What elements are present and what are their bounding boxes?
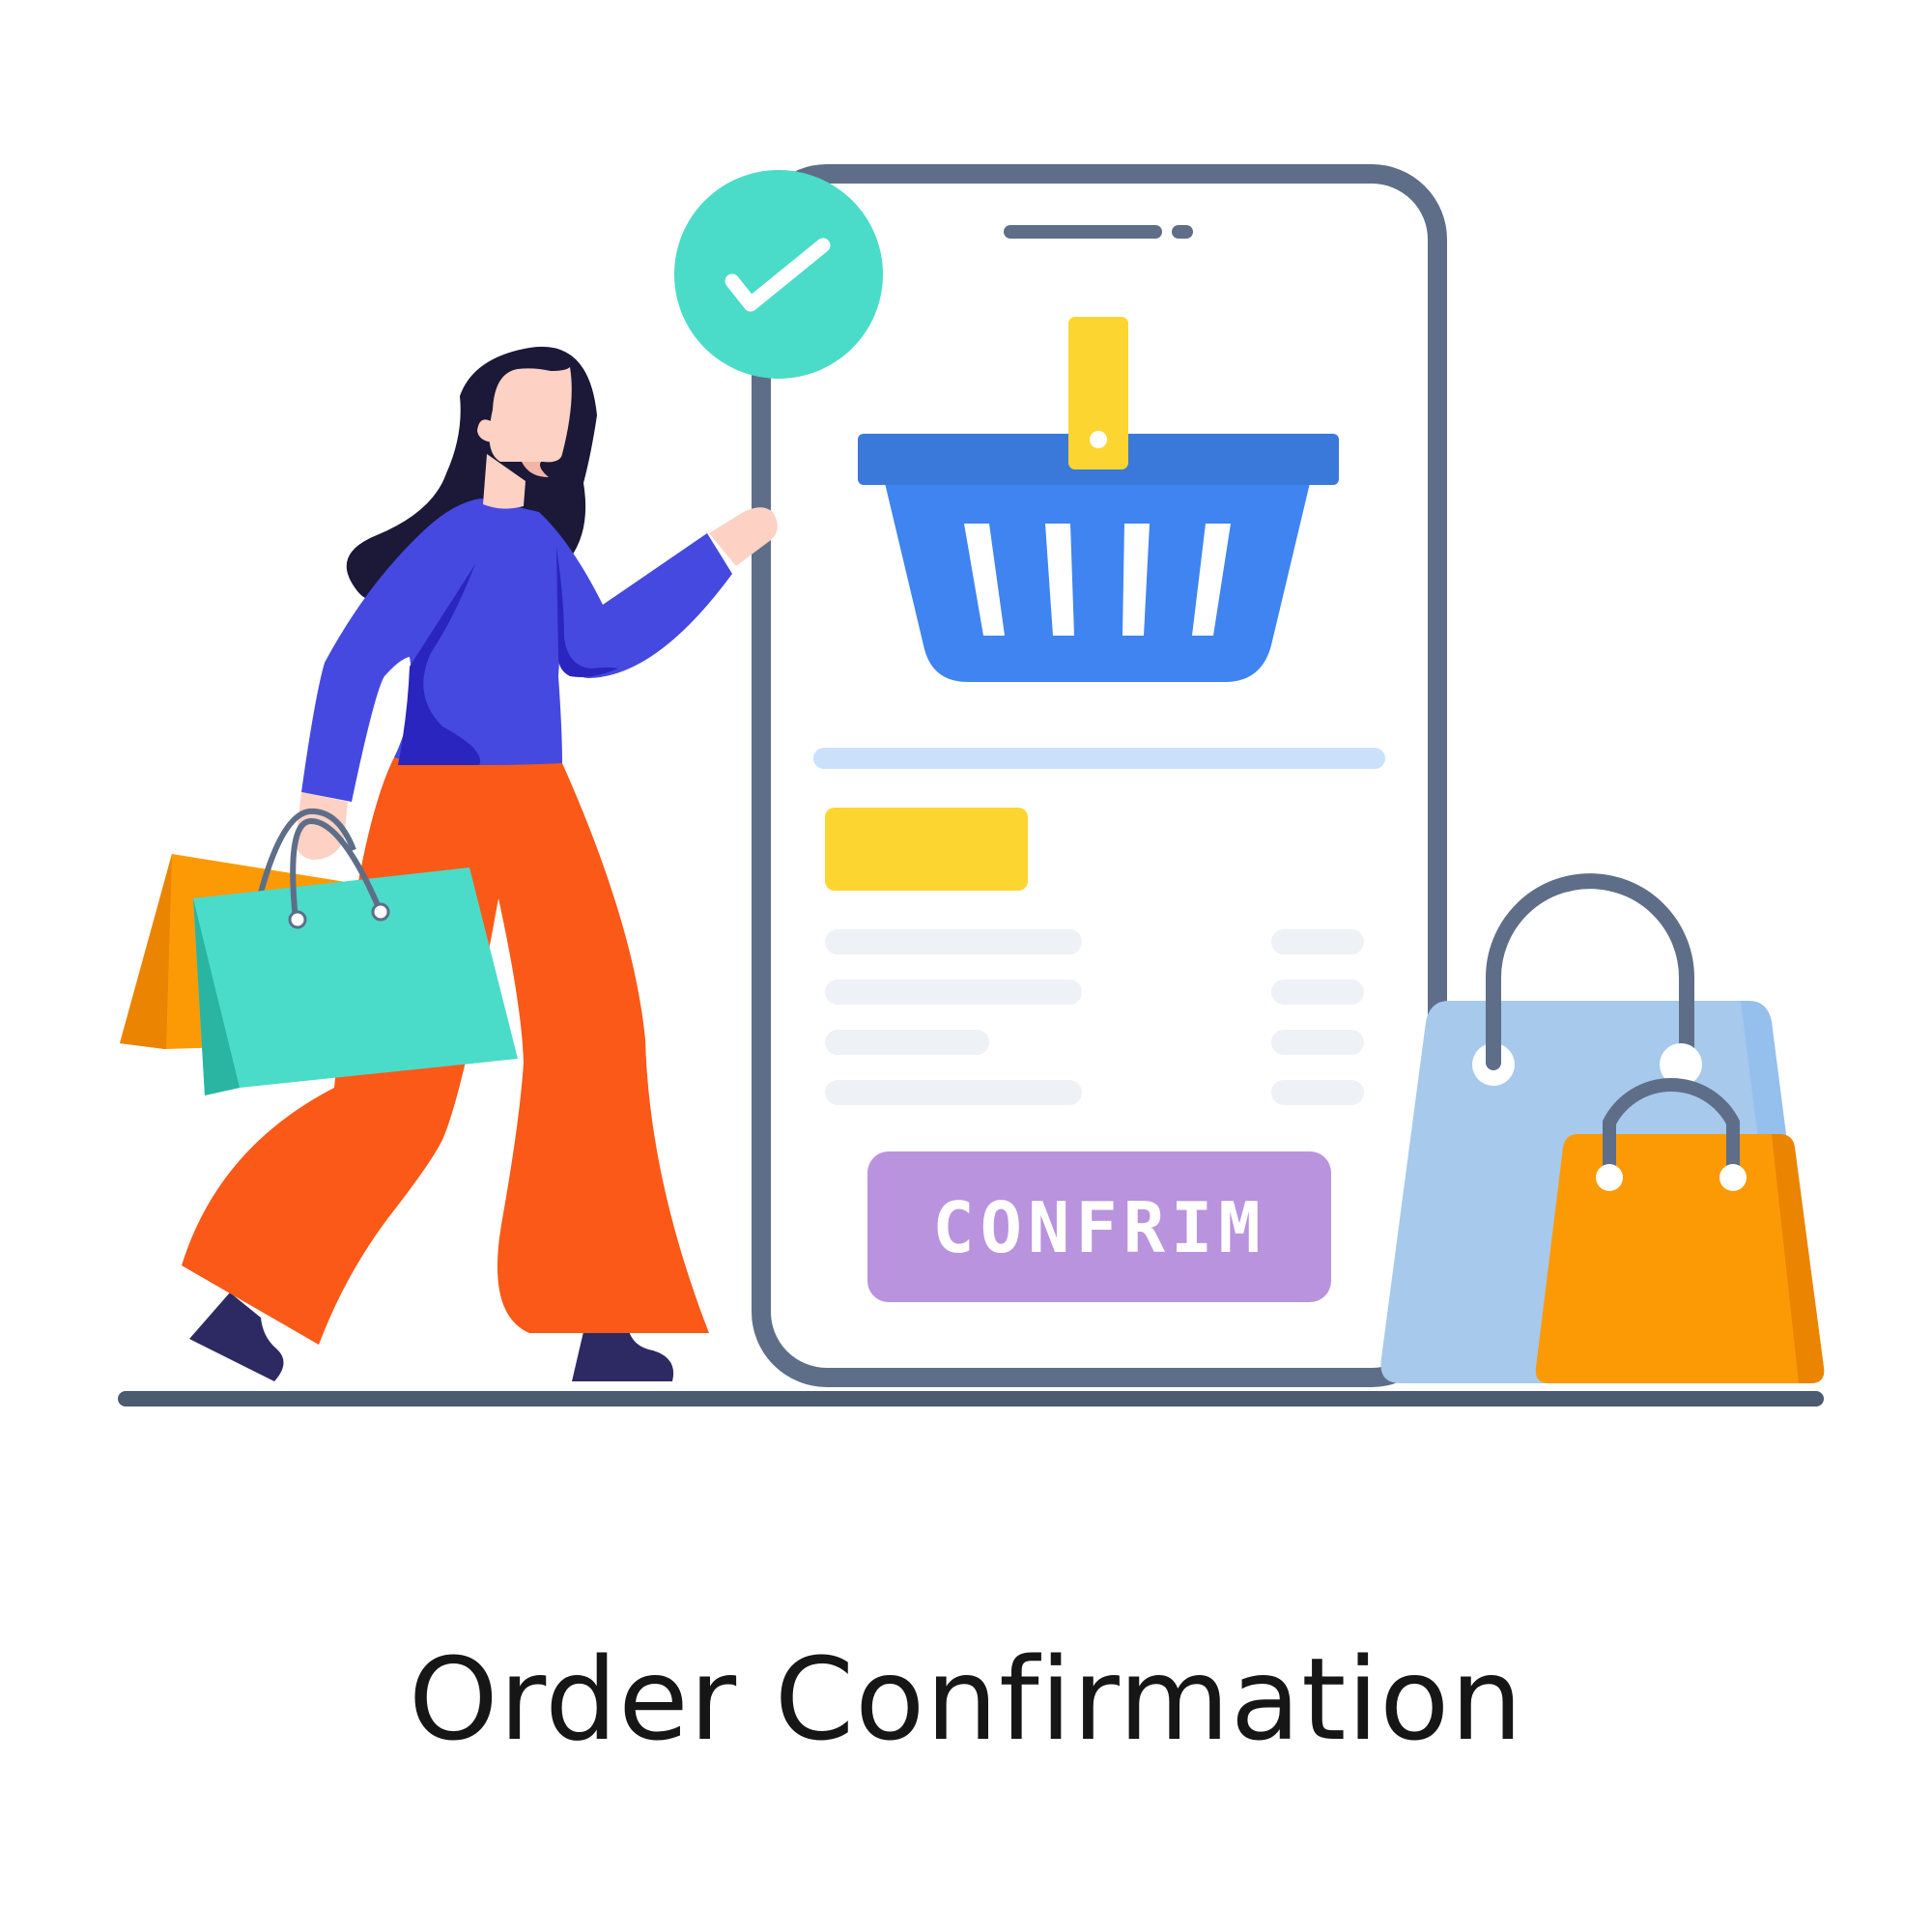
price-tag-block — [825, 808, 1028, 891]
detail-value — [1271, 1080, 1364, 1105]
confirm-button-label: CONFRIM — [932, 1187, 1265, 1268]
woman-shopper — [120, 346, 778, 1381]
detail-value — [1271, 980, 1364, 1005]
check-badge — [674, 170, 883, 379]
confirm-button[interactable]: CONFRIM — [867, 1151, 1331, 1302]
detail-value — [1271, 1030, 1364, 1055]
detail-value — [1271, 929, 1364, 954]
detail-line — [825, 1080, 1082, 1105]
detail-line — [825, 980, 1082, 1005]
detail-line — [825, 929, 1082, 954]
progress-line — [813, 748, 1385, 769]
detail-line — [825, 1030, 989, 1055]
smartphone: CONFRIM — [752, 164, 1447, 1387]
illustration-title: Order Confirmation — [408, 1633, 1524, 1766]
